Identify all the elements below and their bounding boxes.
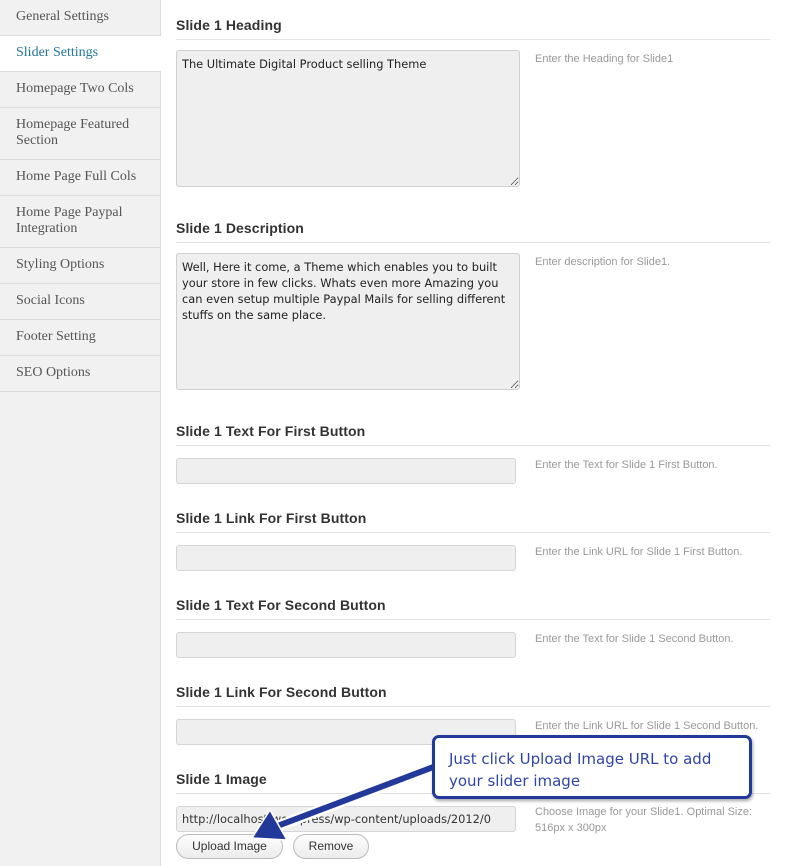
description-field-group: Slide 1 Description Enter description fo… (176, 218, 770, 390)
remove-button[interactable]: Remove (293, 834, 369, 859)
sidebar-item-slider-settings[interactable]: Slider Settings (0, 36, 161, 72)
second-button-link-field-group: Slide 1 Link For Second Button Enter the… (176, 682, 770, 745)
first-button-link-input[interactable] (176, 545, 516, 571)
sidebar-item-homepage-two-cols[interactable]: Homepage Two Cols (0, 72, 160, 108)
sidebar-item-footer-setting[interactable]: Footer Setting (0, 320, 160, 356)
first-button-link-field-group: Slide 1 Link For First Button Enter the … (176, 508, 770, 571)
second-button-text-field-group: Slide 1 Text For Second Button Enter the… (176, 595, 770, 658)
second-button-link-label: Slide 1 Link For Second Button (176, 682, 770, 707)
second-button-text-input[interactable] (176, 632, 516, 658)
description-hint: Enter description for Slide1. (535, 256, 671, 268)
sidebar-item-homepage-featured-section[interactable]: Homepage Featured Section (0, 108, 160, 160)
first-button-text-label: Slide 1 Text For First Button (176, 421, 770, 446)
sidebar-item-home-page-full-cols[interactable]: Home Page Full Cols (0, 160, 160, 196)
sidebar-item-styling-options[interactable]: Styling Options (0, 248, 160, 284)
heading-field-group: Slide 1 Heading Enter the Heading for Sl… (176, 15, 770, 187)
description-label: Slide 1 Description (176, 218, 770, 243)
heading-textarea[interactable] (176, 50, 520, 187)
instruction-callout: Just click Upload Image URL to add your … (432, 735, 752, 799)
heading-hint: Enter the Heading for Slide1 (535, 53, 674, 65)
second-button-text-label: Slide 1 Text For Second Button (176, 595, 770, 620)
image-url-input[interactable] (176, 806, 516, 832)
first-button-text-input[interactable] (176, 458, 516, 484)
upload-image-button[interactable]: Upload Image (176, 834, 283, 859)
second-button-text-hint: Enter the Text for Slide 1 Second Button… (535, 633, 734, 645)
first-button-text-hint: Enter the Text for Slide 1 First Button. (535, 459, 718, 471)
image-hint: Choose Image for your Slide1. Optimal Si… (535, 806, 753, 834)
sidebar-item-social-icons[interactable]: Social Icons (0, 284, 160, 320)
first-button-text-field-group: Slide 1 Text For First Button Enter the … (176, 421, 770, 484)
sidebar-item-home-page-paypal-integration[interactable]: Home Page Paypal Integration (0, 196, 160, 248)
first-button-link-label: Slide 1 Link For First Button (176, 508, 770, 533)
second-button-link-hint: Enter the Link URL for Slide 1 Second Bu… (535, 720, 759, 732)
first-button-link-hint: Enter the Link URL for Slide 1 First But… (535, 546, 743, 558)
heading-label: Slide 1 Heading (176, 15, 770, 40)
description-textarea[interactable] (176, 253, 520, 390)
sidebar-item-seo-options[interactable]: SEO Options (0, 356, 160, 392)
sidebar-item-general-settings[interactable]: General Settings (0, 0, 160, 36)
sidebar: General Settings Slider Settings Homepag… (0, 0, 161, 866)
callout-text: Just click Upload Image URL to add your … (449, 750, 712, 790)
